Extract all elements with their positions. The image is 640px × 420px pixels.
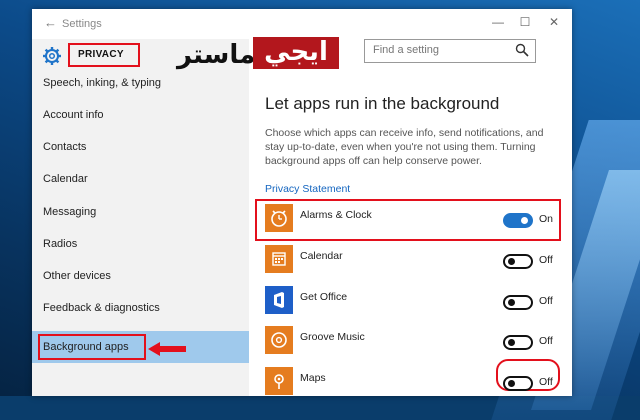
sidebar-item-background-apps[interactable]: Background apps (32, 331, 249, 363)
red-pointer-arrow-icon (148, 342, 186, 356)
groove-music-toggle[interactable] (503, 335, 533, 350)
sidebar-item-speech[interactable]: Speech, inking, & typing (32, 67, 249, 99)
toggle-state: On (539, 213, 554, 225)
sidebar-item-label: Account info (43, 109, 104, 121)
privacy-highlight: PRIVACY (68, 43, 140, 67)
sidebar-item-feedback[interactable]: Feedback & diagnostics (32, 292, 249, 324)
toggle-knob (508, 339, 515, 346)
sidebar-item-calendar[interactable]: Calendar (32, 163, 249, 195)
sidebar-item-label: Feedback & diagnostics (43, 302, 160, 314)
gear-icon (43, 47, 61, 65)
toggle-knob (508, 258, 515, 265)
toggle-knob (508, 380, 515, 387)
maximize-button[interactable]: ☐ (515, 15, 535, 29)
privacy-statement-link[interactable]: Privacy Statement (265, 183, 350, 195)
sidebar-item-label: Contacts (43, 141, 87, 153)
alarms-toggle[interactable] (503, 213, 533, 228)
app-name: Calendar (300, 250, 343, 262)
sidebar-item-label: Other devices (43, 270, 111, 282)
search-input[interactable]: Find a setting (364, 39, 536, 63)
page-title: Let apps run in the background (265, 94, 500, 113)
watermark-text-b: ايجي (253, 37, 339, 69)
sidebar-item-other-devices[interactable]: Other devices (32, 260, 249, 292)
toggle-state: Off (539, 376, 553, 388)
sidebar-item-label: Radios (43, 238, 78, 250)
app-name: Get Office (300, 291, 348, 303)
sidebar-item-account-info[interactable]: Account info (32, 99, 249, 131)
toggle-state: Off (539, 335, 553, 347)
sidebar-item-label: Calendar (43, 173, 88, 185)
calendar-icon (265, 245, 293, 273)
maps-toggle[interactable] (503, 376, 533, 391)
toggle-knob (508, 299, 515, 306)
sidebar-item-contacts[interactable]: Contacts (32, 131, 249, 163)
toggle-state: Off (539, 254, 553, 266)
app-row-calendar: Calendar Off (249, 245, 572, 281)
app-row-maps: Maps Off (249, 367, 572, 396)
close-button[interactable]: ✕ (544, 15, 564, 29)
window-title: Settings (62, 18, 102, 30)
main-content: Let apps run in the background Choose wh… (249, 39, 572, 396)
maps-icon (265, 367, 293, 395)
office-icon (265, 286, 293, 314)
alarm-clock-icon (265, 204, 293, 232)
groove-music-icon (265, 326, 293, 354)
app-name: Groove Music (300, 331, 365, 343)
app-row-alarms: Alarms & Clock On (249, 204, 572, 240)
search-icon[interactable] (515, 43, 529, 57)
sidebar-item-label: Speech, inking, & typing (43, 77, 162, 89)
section-title: PRIVACY (78, 49, 124, 60)
sidebar: PRIVACY Speech, inking, & typing Account… (32, 39, 249, 396)
watermark-logo: ماستر ايجي (177, 37, 339, 71)
app-name: Maps (300, 372, 326, 384)
toggle-knob (521, 217, 528, 224)
settings-window: ← Settings — ☐ ✕ PRIVACY Speech, inking,… (32, 9, 572, 396)
page-description: Choose which apps can receive info, send… (265, 127, 544, 167)
app-row-groove-music: Groove Music Off (249, 326, 572, 362)
sidebar-item-messaging[interactable]: Messaging (32, 196, 249, 228)
app-name: Alarms & Clock (300, 209, 372, 221)
sidebar-item-label: Background apps (43, 341, 129, 353)
watermark-text-a: ماستر (177, 40, 256, 70)
get-office-toggle[interactable] (503, 295, 533, 310)
title-bar: ← Settings — ☐ ✕ (32, 9, 572, 39)
toggle-state: Off (539, 295, 553, 307)
back-arrow-icon[interactable]: ← (44, 15, 57, 30)
sidebar-item-radios[interactable]: Radios (32, 228, 249, 260)
sidebar-item-label: Messaging (43, 206, 97, 218)
minimize-button[interactable]: — (488, 15, 508, 29)
app-row-get-office: Get Office Off (249, 286, 572, 322)
search-placeholder: Find a setting (373, 44, 440, 56)
calendar-toggle[interactable] (503, 254, 533, 269)
